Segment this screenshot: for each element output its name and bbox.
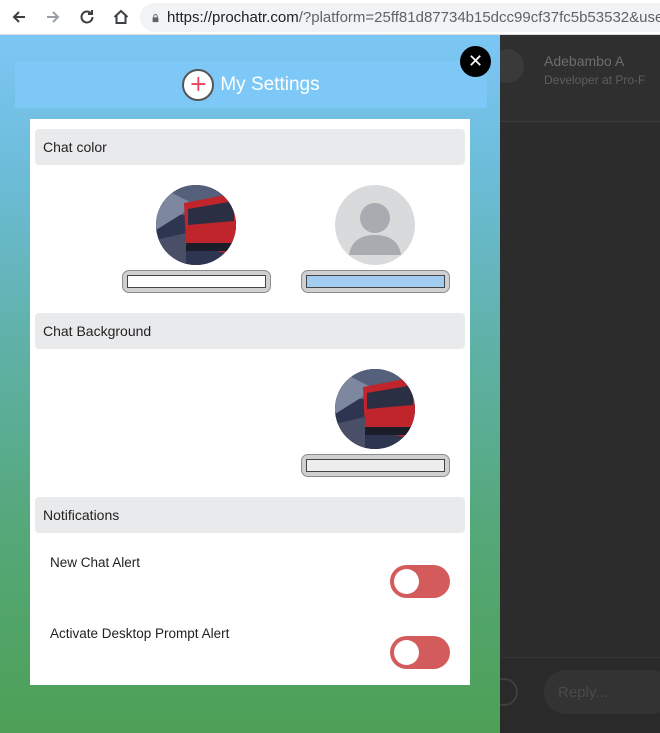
- address-bar[interactable]: https://prochatr.com/?platform=25ff81d87…: [140, 3, 660, 32]
- desktop-prompt-alert-label: Activate Desktop Prompt Alert: [50, 626, 230, 641]
- page-title: My Settings: [220, 73, 320, 95]
- reload-icon: [80, 10, 94, 24]
- toggle-knob: [394, 569, 419, 594]
- chat-color-photo-avatar[interactable]: [156, 185, 236, 265]
- section-chat-background: Chat Background: [35, 313, 465, 349]
- reload-button[interactable]: [72, 2, 102, 32]
- chat-color-picker-photo[interactable]: [122, 270, 271, 293]
- toggle-knob: [394, 640, 419, 665]
- new-chat-alert-label: New Chat Alert: [50, 555, 141, 570]
- new-chat-alert-toggle[interactable]: [390, 565, 450, 598]
- close-button[interactable]: ✕: [460, 46, 491, 77]
- chat-color-picker-default[interactable]: [301, 270, 450, 293]
- reply-input[interactable]: [544, 670, 660, 714]
- user-name: Adebambo A: [544, 53, 625, 69]
- chat-header: Adebambo A Developer at Pro-F: [490, 35, 660, 122]
- desktop-prompt-alert-toggle[interactable]: [390, 636, 450, 669]
- settings-card: Chat color Chat Background Notifications…: [30, 119, 470, 685]
- back-button[interactable]: [4, 2, 34, 32]
- lock-icon: [152, 13, 159, 22]
- train-photo: [335, 369, 415, 449]
- home-icon: [113, 9, 129, 24]
- arrow-right-icon: [47, 11, 60, 23]
- arrow-left-icon: [12, 11, 25, 23]
- train-photo: [156, 185, 236, 265]
- chat-background-color-picker[interactable]: [301, 454, 450, 477]
- color-swatch: [306, 459, 445, 472]
- settings-panel: + My Settings ✕ Chat color Chat Backgrou…: [0, 35, 500, 733]
- color-swatch: [306, 275, 445, 288]
- background-chat-app: Adebambo A Developer at Pro-F: [490, 35, 660, 733]
- chat-background-photo-avatar[interactable]: [335, 369, 415, 449]
- user-role: Developer at Pro-F: [544, 73, 646, 87]
- url-path: /?platform=25ff81d87734b15dcc99cf37fc5b5…: [298, 9, 660, 26]
- user-silhouette-icon: [349, 203, 401, 255]
- chat-footer: [490, 657, 660, 733]
- browser-toolbar: https://prochatr.com/?platform=25ff81d87…: [0, 0, 660, 35]
- url-host: https://prochatr.com: [166, 9, 299, 26]
- color-swatch: [127, 275, 266, 288]
- home-button[interactable]: [106, 2, 136, 32]
- plus-icon[interactable]: +: [182, 68, 215, 101]
- section-notifications: Notifications: [35, 497, 465, 533]
- forward-button[interactable]: [38, 2, 68, 32]
- section-chat-color: Chat color: [35, 129, 465, 165]
- settings-header: + My Settings: [15, 61, 487, 108]
- chat-color-default-avatar[interactable]: [335, 185, 415, 265]
